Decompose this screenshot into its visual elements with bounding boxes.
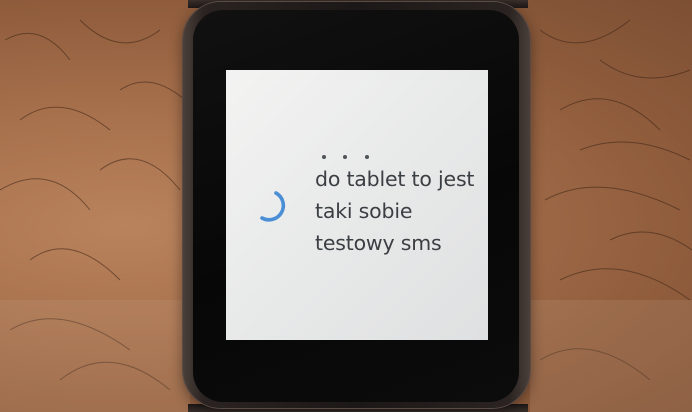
message-line: taki sobie <box>315 199 413 223</box>
watch-screen[interactable]: do tablet to jest taki sobie testowy sms <box>226 70 488 340</box>
page-indicator-dots <box>322 155 382 161</box>
message-line: do tablet to jest <box>315 167 475 191</box>
message-line: testowy sms <box>315 231 442 255</box>
loading-spinner-icon <box>260 191 286 222</box>
notification-message[interactable]: do tablet to jest taki sobie testowy sms <box>315 163 485 259</box>
